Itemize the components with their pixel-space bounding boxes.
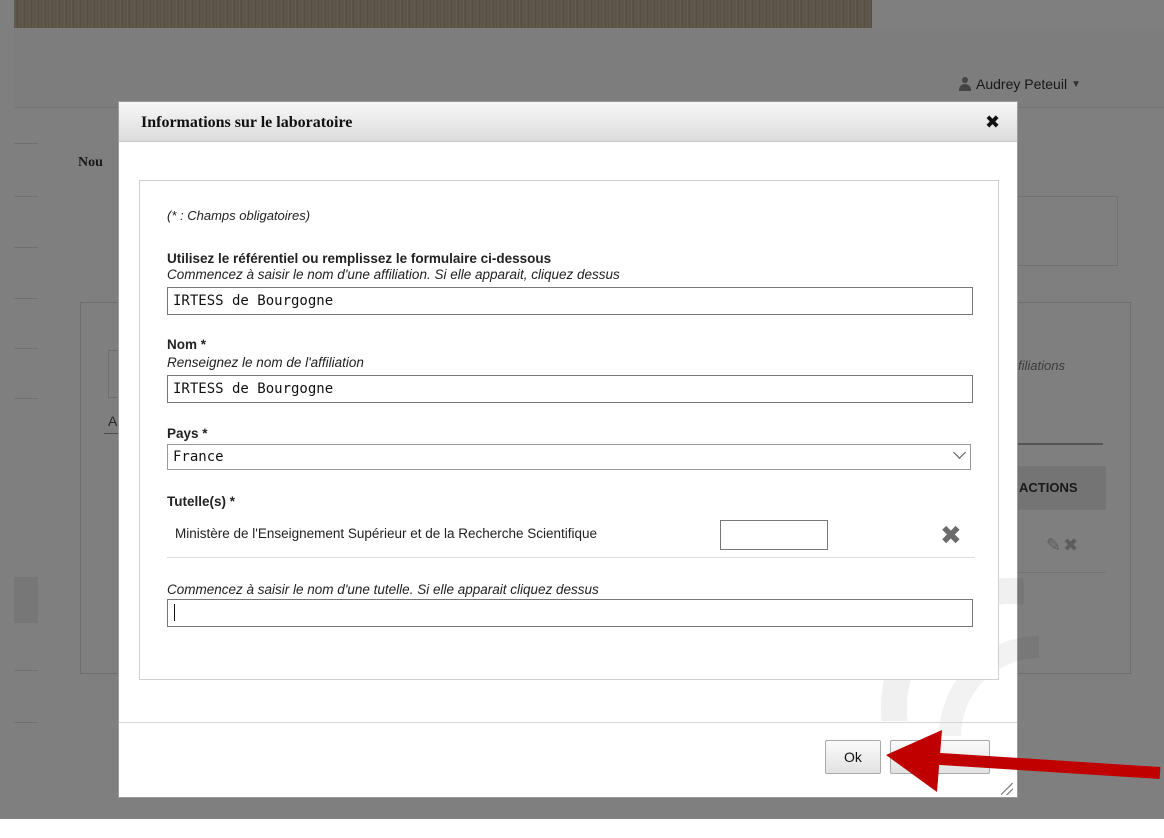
- annotation-arrow: [886, 730, 1161, 792]
- arrow-head: [886, 730, 942, 792]
- arrow-shaft: [924, 752, 1161, 779]
